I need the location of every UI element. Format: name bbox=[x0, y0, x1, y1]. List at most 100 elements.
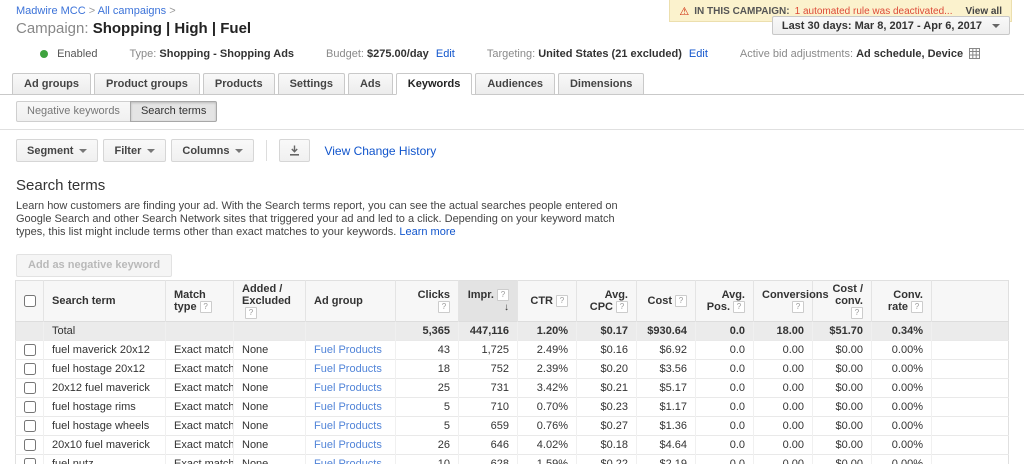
spacer-cell bbox=[931, 434, 1009, 455]
columns-button[interactable]: Columns bbox=[171, 139, 255, 162]
ad-group-link[interactable]: Fuel Products bbox=[314, 401, 382, 413]
breadcrumb-all-campaigns-link[interactable]: All campaigns bbox=[98, 5, 166, 17]
cell-conversions: 0.00 bbox=[753, 415, 813, 436]
col-header-ctr[interactable]: CTR? bbox=[517, 280, 577, 322]
ad-group-link[interactable]: Fuel Products bbox=[314, 439, 382, 451]
download-button[interactable] bbox=[279, 139, 311, 162]
help-icon[interactable]: ? bbox=[851, 306, 863, 319]
cell-ad_group: Fuel Products bbox=[305, 396, 396, 417]
breadcrumb-account-link[interactable]: Madwire MCC bbox=[16, 5, 86, 17]
cell-ctr: 1.59% bbox=[517, 453, 577, 464]
segment-button[interactable]: Segment bbox=[16, 139, 99, 162]
row-checkbox[interactable] bbox=[23, 400, 36, 413]
cell-impr: 646 bbox=[458, 434, 518, 455]
tab-ads[interactable]: Ads bbox=[347, 73, 393, 95]
col-header-avg-cpc[interactable]: Avg. CPC? bbox=[576, 280, 637, 322]
help-icon[interactable]: ? bbox=[733, 300, 745, 313]
col-header-ad-group[interactable]: Ad group bbox=[305, 280, 396, 322]
chevron-down-icon bbox=[79, 148, 88, 153]
total-avg_pos: 0.0 bbox=[695, 320, 754, 341]
cell-cost: $4.64 bbox=[636, 434, 696, 455]
help-icon[interactable]: ? bbox=[675, 294, 687, 307]
cell-avg_pos: 0.0 bbox=[695, 434, 754, 455]
tab-product-groups[interactable]: Product groups bbox=[94, 73, 200, 95]
status-label: Enabled bbox=[57, 48, 98, 60]
row-checkbox-cell bbox=[15, 453, 44, 464]
row-checkbox[interactable] bbox=[23, 362, 36, 375]
cell-ctr: 2.39% bbox=[517, 358, 577, 379]
col-header-search-term[interactable]: Search term bbox=[43, 280, 166, 322]
cell-avg_cpc: $0.18 bbox=[576, 434, 637, 455]
view-change-history-link[interactable]: View Change History bbox=[324, 144, 436, 158]
tab-settings[interactable]: Settings bbox=[277, 73, 345, 95]
col-header-added-excluded[interactable]: Added / Excluded? bbox=[233, 280, 306, 322]
row-checkbox[interactable] bbox=[23, 381, 36, 394]
row-checkbox[interactable] bbox=[23, 343, 36, 356]
help-icon[interactable]: ? bbox=[556, 294, 568, 307]
col-header-clicks[interactable]: Clicks? bbox=[395, 280, 459, 322]
help-icon[interactable]: ? bbox=[497, 288, 509, 301]
tab-audiences[interactable]: Audiences bbox=[475, 73, 555, 95]
cell-cost: $1.17 bbox=[636, 396, 696, 417]
table-row: fuel maverick 20x12 Exact match None Fuel P… bbox=[15, 339, 1009, 360]
total-ctr: 1.20% bbox=[517, 320, 577, 341]
ad-group-link[interactable]: Fuel Products bbox=[314, 363, 382, 375]
cell-impr: 1,725 bbox=[458, 339, 518, 360]
col-header-label: Impr. bbox=[467, 288, 494, 301]
tab-ad-groups[interactable]: Ad groups bbox=[12, 73, 91, 95]
help-icon[interactable]: ? bbox=[245, 306, 257, 319]
col-header-cost[interactable]: Cost? bbox=[636, 280, 696, 322]
targeting-edit-link[interactable]: Edit bbox=[689, 48, 708, 60]
status-enabled[interactable]: Enabled bbox=[40, 48, 97, 60]
cell-conversions: 0.00 bbox=[753, 377, 813, 398]
col-header-label: Cost / conv. bbox=[832, 282, 863, 307]
ad-group-link[interactable]: Fuel Products bbox=[314, 458, 382, 464]
sort-desc-icon: ↓ bbox=[504, 301, 509, 313]
col-header-match-type[interactable]: Match type? bbox=[165, 280, 234, 322]
col-header-conversions[interactable]: Conversions? bbox=[753, 280, 829, 322]
row-checkbox-cell bbox=[15, 377, 44, 398]
table-row: fuel hostage rims Exact match None Fuel Pro… bbox=[15, 396, 1009, 417]
row-checkbox[interactable] bbox=[23, 438, 36, 451]
tab-products[interactable]: Products bbox=[202, 73, 275, 95]
campaign-targeting: Targeting: United States (21 excluded) E… bbox=[487, 48, 708, 60]
subtab-negative-keywords[interactable]: Negative keywords bbox=[16, 101, 131, 122]
col-header-label: CTR bbox=[530, 294, 553, 307]
subtab-search-terms[interactable]: Search terms bbox=[129, 101, 218, 122]
campaign-type: Type: Shopping - Shopping Ads bbox=[129, 48, 294, 60]
col-header-conv-rate[interactable]: Conv. rate? bbox=[871, 280, 932, 322]
learn-more-link[interactable]: Learn more bbox=[399, 226, 455, 238]
col-header-label: Conversions bbox=[762, 288, 829, 301]
ad-group-link[interactable]: Fuel Products bbox=[314, 344, 382, 356]
schedule-grid-icon[interactable] bbox=[969, 48, 981, 59]
ad-group-link[interactable]: Fuel Products bbox=[314, 420, 382, 432]
breadcrumb-separator: > bbox=[169, 5, 176, 17]
filter-button[interactable]: Filter bbox=[103, 139, 167, 162]
targeting-value: United States (21 excluded) bbox=[538, 48, 682, 60]
row-checkbox[interactable] bbox=[23, 457, 36, 464]
tab-keywords[interactable]: Keywords bbox=[395, 73, 473, 95]
help-icon[interactable]: ? bbox=[438, 300, 450, 313]
tab-dimensions[interactable]: Dimensions bbox=[557, 73, 645, 95]
col-header-avg-pos[interactable]: Avg. Pos.? bbox=[695, 280, 754, 322]
total-term: Total bbox=[43, 320, 166, 341]
campaign-budget: Budget: $275.00/day Edit bbox=[326, 48, 455, 60]
cell-impr: 659 bbox=[458, 415, 518, 436]
spacer-cell bbox=[931, 396, 1009, 417]
help-icon[interactable]: ? bbox=[199, 300, 212, 313]
subnav-bar: Negative keywords Search terms bbox=[0, 95, 1024, 130]
col-header-impr[interactable]: Impr. ?↓ bbox=[458, 280, 518, 322]
ad-group-link[interactable]: Fuel Products bbox=[314, 382, 382, 394]
help-icon[interactable]: ? bbox=[911, 300, 923, 313]
col-header-cost-conv[interactable]: Cost / conv.? bbox=[812, 280, 872, 322]
help-icon[interactable]: ? bbox=[792, 300, 804, 313]
select-all-checkbox[interactable] bbox=[23, 294, 36, 307]
date-range-selector[interactable]: Last 30 days: Mar 8, 2017 - Apr 6, 2017 bbox=[771, 16, 1010, 35]
add-negative-keyword-button[interactable]: Add as negative keyword bbox=[16, 253, 173, 277]
total-avg_cpc: $0.17 bbox=[576, 320, 637, 341]
help-icon[interactable]: ? bbox=[616, 300, 628, 313]
row-checkbox[interactable] bbox=[23, 419, 36, 432]
cell-clicks: 25 bbox=[395, 377, 459, 398]
type-value: Shopping - Shopping Ads bbox=[159, 48, 295, 60]
budget-edit-link[interactable]: Edit bbox=[436, 48, 455, 60]
